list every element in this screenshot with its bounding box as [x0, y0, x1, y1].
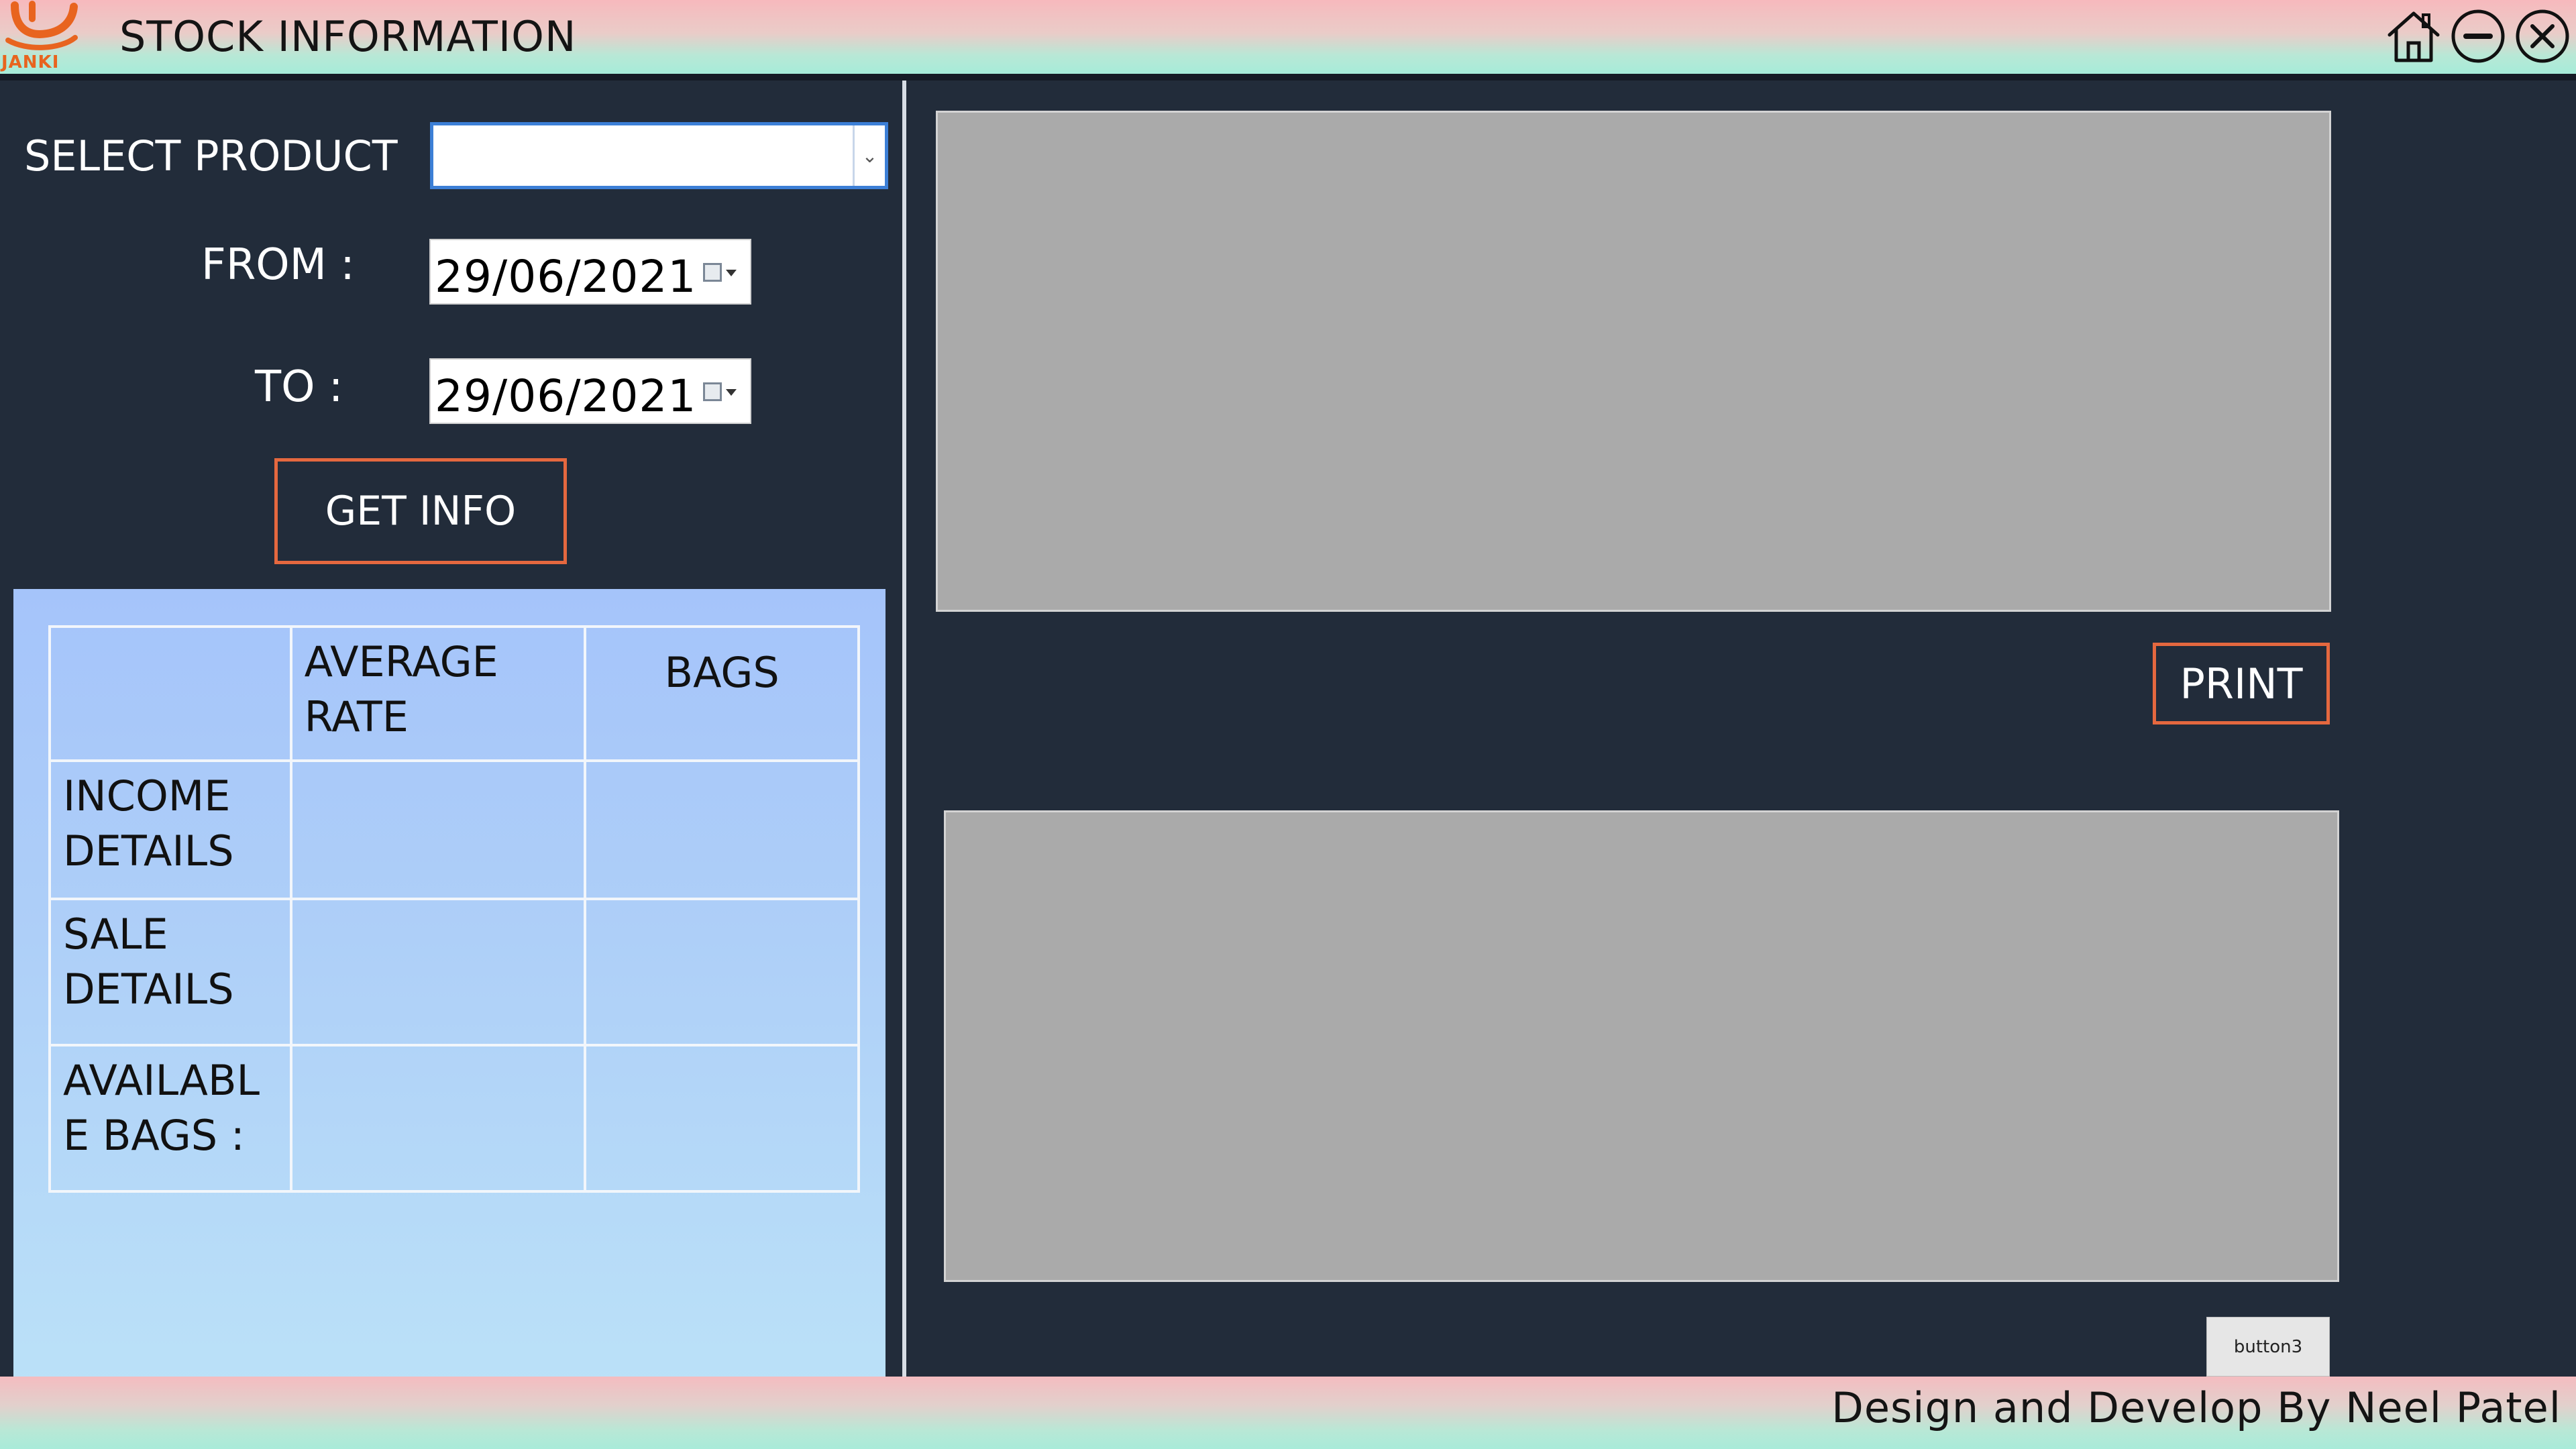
calendar-dropdown-icon[interactable] — [703, 380, 743, 407]
income-average-rate-cell — [289, 759, 587, 900]
table-header-row: AVERAGE RATE BAGS — [48, 625, 860, 762]
logo-text: JANKI — [1, 52, 60, 72]
minimize-icon — [2451, 9, 2505, 63]
select-product-label: SELECT PRODUCT — [24, 131, 398, 180]
home-icon — [2387, 11, 2440, 62]
sale-bags-cell — [584, 898, 860, 1046]
table-row: SALE DETAILS — [48, 898, 860, 1046]
income-data-grid[interactable] — [936, 111, 2331, 612]
row-label-income-details: INCOME DETAILS — [48, 759, 292, 900]
button3[interactable]: button3 — [2206, 1317, 2330, 1377]
minimize-button[interactable] — [2447, 5, 2509, 67]
janki-logo: JANKI — [0, 0, 80, 72]
table-header-bags: BAGS — [584, 625, 860, 762]
income-bags-cell — [584, 759, 860, 900]
close-icon — [2516, 9, 2569, 63]
from-label: FROM : — [201, 240, 355, 290]
table-row: AVAILABL E BAGS : — [48, 1044, 860, 1193]
to-date-picker[interactable]: 29/06/2021 — [429, 358, 751, 424]
available-average-rate-cell — [289, 1044, 587, 1193]
get-info-button[interactable]: GET INFO — [274, 458, 567, 564]
summary-panel: AVERAGE RATE BAGS INCOME DETAILS SALE DE… — [13, 589, 885, 1449]
close-button[interactable] — [2512, 5, 2573, 67]
table-row: INCOME DETAILS — [48, 759, 860, 900]
from-date-picker[interactable]: 29/06/2021 — [429, 239, 751, 305]
sale-average-rate-cell — [289, 898, 587, 1046]
title-separator — [0, 74, 2576, 80]
chevron-down-icon[interactable]: ⌄ — [853, 125, 885, 186]
title-bar: JANKI STOCK INFORMATION — [0, 0, 2576, 74]
home-button[interactable] — [2383, 5, 2445, 67]
footer-credit: Design and Develop By Neel Patel — [1831, 1383, 2561, 1432]
sale-data-grid[interactable] — [944, 810, 2339, 1282]
row-label-sale-details: SALE DETAILS — [48, 898, 292, 1046]
filter-panel: SELECT PRODUCT ⌄ FROM : 29/06/2021 TO : … — [0, 80, 902, 1449]
product-dropdown[interactable]: ⌄ — [430, 122, 888, 189]
summary-table: AVERAGE RATE BAGS INCOME DETAILS SALE DE… — [48, 625, 860, 1193]
to-date-value: 29/06/2021 — [435, 370, 697, 422]
available-bags-cell — [584, 1044, 860, 1193]
footer-bar: Design and Develop By Neel Patel — [0, 1377, 2576, 1449]
row-label-available-bags: AVAILABL E BAGS : — [48, 1044, 292, 1193]
to-label: TO : — [255, 362, 343, 412]
calendar-dropdown-icon[interactable] — [703, 260, 743, 287]
panel-divider — [902, 80, 906, 1377]
print-button[interactable]: PRINT — [2153, 643, 2330, 724]
from-date-value: 29/06/2021 — [435, 251, 697, 303]
table-header-average-rate: AVERAGE RATE — [289, 625, 587, 762]
table-header-empty — [48, 625, 292, 762]
window-title: STOCK INFORMATION — [119, 12, 577, 61]
